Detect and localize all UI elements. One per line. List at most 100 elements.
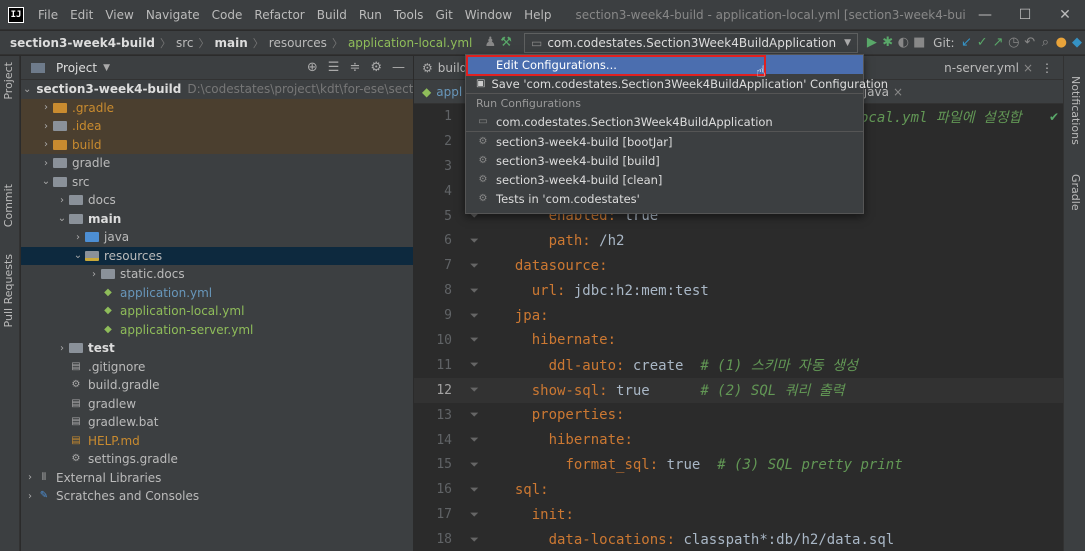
hammer-build-icon[interactable]: ⚒ <box>498 35 514 50</box>
plugin-icon[interactable]: ◆ <box>1069 35 1085 50</box>
code-line[interactable]: 12 show-sql: true # (2) SQL 쿼리 출력 ⏷ <box>414 377 1063 403</box>
tool-tab-gradle[interactable]: Gradle <box>1069 174 1082 211</box>
close-icon[interactable]: × <box>893 85 903 99</box>
menu-edit[interactable]: Edit <box>64 8 99 22</box>
chevron-right-icon[interactable]: › <box>71 232 85 243</box>
inspection-ok-icon[interactable]: ✔ <box>1049 110 1059 124</box>
menu-window[interactable]: Window <box>459 8 518 22</box>
chevron-down-icon[interactable]: ⌄ <box>23 84 31 95</box>
stop-icon[interactable]: ■ <box>911 35 927 50</box>
breadcrumb-file[interactable]: application-local.yml <box>346 36 474 50</box>
run-icon[interactable]: ▶ <box>864 35 880 50</box>
git-update-icon[interactable]: ↙ <box>959 35 975 50</box>
user-icon[interactable]: ♟ <box>482 35 498 50</box>
chevron-down-icon[interactable]: ⌄ <box>39 176 53 187</box>
chevron-right-icon[interactable]: › <box>39 158 53 169</box>
fold-marker-icon[interactable]: ⏷ <box>470 234 479 248</box>
coverage-icon[interactable]: ◐ <box>896 35 912 50</box>
chevron-right-icon[interactable]: › <box>39 121 53 132</box>
tree-item[interactable]: ⌄ src <box>21 173 413 192</box>
save-configuration-item[interactable]: ▣ Save 'com.codestates.Section3Week4Buil… <box>466 74 888 93</box>
tree-item[interactable]: › .idea <box>21 117 413 136</box>
code-line[interactable]: 18 data-locations: classpath*:db/h2/data… <box>414 527 1063 551</box>
tree-item[interactable]: ◆ application.yml <box>21 284 413 303</box>
gear-icon[interactable]: ⚙ <box>370 60 382 75</box>
breadcrumb-resources[interactable]: resources <box>267 36 329 50</box>
fold-marker-icon[interactable]: ⏷ <box>470 483 479 497</box>
code-line[interactable]: 14 hibernate: ⏷ <box>414 428 1063 453</box>
code-line[interactable]: 13 properties: ⏷ <box>414 403 1063 428</box>
run-config-item-clean[interactable]: ⚙ section3-week4-build [clean] <box>466 170 863 189</box>
code-line[interactable]: 11 ddl-auto: create # (1) 스키마 자동 생성 ⏷ <box>414 353 1063 378</box>
fold-marker-icon[interactable]: ⏷ <box>470 309 479 323</box>
tree-item[interactable]: ⌄ main <box>21 210 413 229</box>
menu-git[interactable]: Git <box>429 8 458 22</box>
history-icon[interactable]: ◷ <box>1006 35 1022 50</box>
code-line[interactable]: 7 datasource: ⏷ <box>414 253 1063 278</box>
menu-code[interactable]: Code <box>206 8 249 22</box>
fold-marker-icon[interactable]: ⏷ <box>470 508 479 522</box>
project-panel-title[interactable]: Project <box>56 61 97 75</box>
tree-item[interactable]: › test <box>21 339 413 358</box>
git-commit-icon[interactable]: ✓ <box>974 35 990 50</box>
tree-item[interactable]: ◆ application-server.yml <box>21 321 413 340</box>
tree-item[interactable]: ◆ application-local.yml <box>21 302 413 321</box>
fold-marker-icon[interactable]: ⏷ <box>470 433 479 447</box>
git-push-icon[interactable]: ↗ <box>990 35 1006 50</box>
tool-tab-commit[interactable]: Commit <box>2 184 15 227</box>
tab-application-server[interactable]: n-server.yml <box>944 61 1019 75</box>
debug-icon[interactable]: ✱ <box>880 35 896 50</box>
menu-navigate[interactable]: Navigate <box>140 8 206 22</box>
code-line[interactable]: 10 hibernate: ⏷ <box>414 328 1063 353</box>
menu-build[interactable]: Build <box>311 8 353 22</box>
fold-marker-icon[interactable]: ⏷ <box>470 458 479 472</box>
menu-help[interactable]: Help <box>518 8 557 22</box>
fold-marker-icon[interactable]: ⏷ <box>470 284 479 298</box>
breadcrumb-main[interactable]: main <box>213 36 250 50</box>
hide-icon[interactable]: — <box>392 60 405 75</box>
tab-application[interactable]: appl <box>436 85 462 99</box>
fold-marker-icon[interactable]: ⏷ <box>470 408 479 422</box>
tree-item[interactable]: › build <box>21 135 413 154</box>
tool-tab-pull-requests[interactable]: Pull Requests <box>2 254 15 327</box>
chevron-right-icon[interactable]: › <box>39 139 53 150</box>
menu-file[interactable]: File <box>32 8 64 22</box>
run-config-item-bootjar[interactable]: ⚙ section3-week4-build [bootJar] <box>466 132 863 151</box>
fold-marker-icon[interactable]: ⏷ <box>470 333 479 347</box>
tree-item[interactable]: ⚙ build.gradle <box>21 376 413 395</box>
tree-item[interactable]: › ✎ Scratches and Consoles <box>21 487 413 506</box>
chevron-right-icon[interactable]: › <box>87 269 101 280</box>
tree-item[interactable]: ⌄ resources <box>21 246 413 265</box>
chevron-right-icon[interactable]: › <box>55 195 69 206</box>
tree-item[interactable]: › static.docs <box>21 265 413 284</box>
tree-item[interactable]: ▤ gradlew.bat <box>21 413 413 432</box>
tree-item[interactable]: › .gradle <box>21 98 413 117</box>
update-icon[interactable]: ● <box>1053 35 1069 50</box>
fold-marker-icon[interactable]: ⏷ <box>470 259 479 273</box>
close-icon[interactable]: × <box>1023 61 1033 75</box>
collapse-all-icon[interactable]: ☰ <box>328 60 340 75</box>
menu-tools[interactable]: Tools <box>388 8 430 22</box>
expand-all-icon[interactable]: ≑ <box>349 60 360 75</box>
menu-refactor[interactable]: Refactor <box>248 8 310 22</box>
run-config-item-tests[interactable]: ⚙ Tests in 'com.codestates' <box>466 189 863 208</box>
chevron-right-icon[interactable]: › <box>55 343 69 354</box>
tool-tab-project[interactable]: Project <box>2 62 15 100</box>
run-configuration-select[interactable]: ▭ com.codestates.Section3Week4BuildAppli… <box>523 32 858 53</box>
tree-item[interactable]: › docs <box>21 191 413 210</box>
chevron-right-icon[interactable]: › <box>23 472 37 483</box>
run-config-item-build[interactable]: ⚙ section3-week4-build [build] <box>466 151 863 170</box>
tree-item[interactable]: ▤ HELP.md <box>21 432 413 451</box>
code-line[interactable]: 9 jpa: ⏷ <box>414 303 1063 328</box>
close-icon[interactable]: ✕ <box>1045 7 1085 23</box>
tool-tab-notifications[interactable]: Notifications <box>1069 76 1082 145</box>
fold-marker-icon[interactable]: ⏷ <box>470 383 479 397</box>
tree-item[interactable]: › ⦀ External Libraries <box>21 469 413 488</box>
run-config-item-app[interactable]: ▭ com.codestates.Section3Week4BuildAppli… <box>466 112 863 131</box>
fold-marker-icon[interactable]: ⏷ <box>470 533 479 547</box>
locate-icon[interactable]: ⊕ <box>307 60 318 75</box>
code-line[interactable]: 15 format_sql: true # (3) SQL pretty pri… <box>414 452 1063 477</box>
tree-root[interactable]: ⌄ section3-week4-build D:\codestates\pro… <box>21 80 413 99</box>
minimize-icon[interactable]: — <box>965 7 1005 23</box>
search-icon[interactable]: ⌕ <box>1038 35 1054 50</box>
